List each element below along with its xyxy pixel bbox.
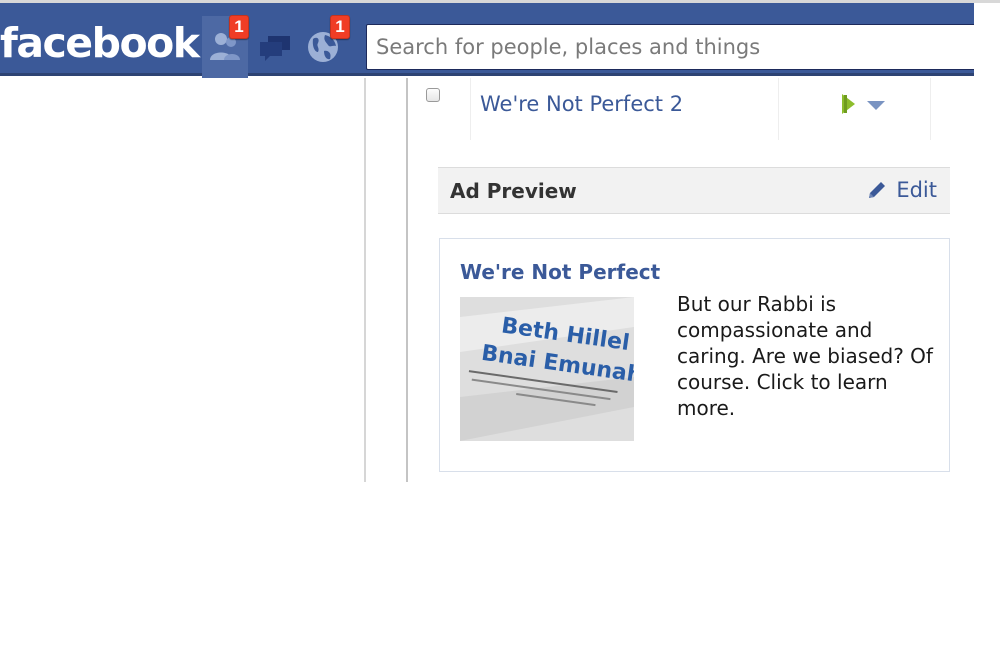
ad-image[interactable]: Beth Hillel Bnai Emunah xyxy=(460,297,634,441)
ad-list-row: We're Not Perfect 2 xyxy=(408,78,974,140)
ad-preview-title: Ad Preview xyxy=(450,179,577,203)
facebook-logo[interactable]: facebook xyxy=(0,19,200,67)
row-separator xyxy=(778,78,779,140)
ad-preview-card[interactable]: We're Not Perfect Beth Hillel Bnai Emuna… xyxy=(439,238,950,472)
ad-preview-header: Ad Preview Edit xyxy=(438,167,950,214)
play-icon-shadow xyxy=(844,95,847,113)
notifications-badge: 1 xyxy=(330,15,350,39)
column-divider xyxy=(364,78,366,482)
row-separator xyxy=(470,78,471,140)
pencil-icon xyxy=(866,179,888,201)
friend-requests-badge: 1 xyxy=(229,15,249,39)
messages-jewel[interactable] xyxy=(252,16,298,78)
header-right-gap xyxy=(974,3,1000,76)
edit-button[interactable]: Edit xyxy=(866,178,937,202)
blue-header-bar: facebook 1 1 Search for people, places a… xyxy=(0,3,978,78)
ad-row-title[interactable]: We're Not Perfect 2 xyxy=(480,92,683,116)
notifications-jewel[interactable]: 1 xyxy=(300,15,350,78)
row-separator xyxy=(930,78,931,140)
row-checkbox[interactable] xyxy=(426,88,440,102)
ad-body-text: But our Rabbi is compassionate and carin… xyxy=(677,292,933,420)
ad-title[interactable]: We're Not Perfect xyxy=(460,260,660,284)
search-input[interactable] xyxy=(366,24,978,70)
chevron-down-icon[interactable] xyxy=(867,101,885,110)
friend-requests-jewel[interactable]: 1 xyxy=(202,15,249,78)
edit-label: Edit xyxy=(896,178,937,202)
